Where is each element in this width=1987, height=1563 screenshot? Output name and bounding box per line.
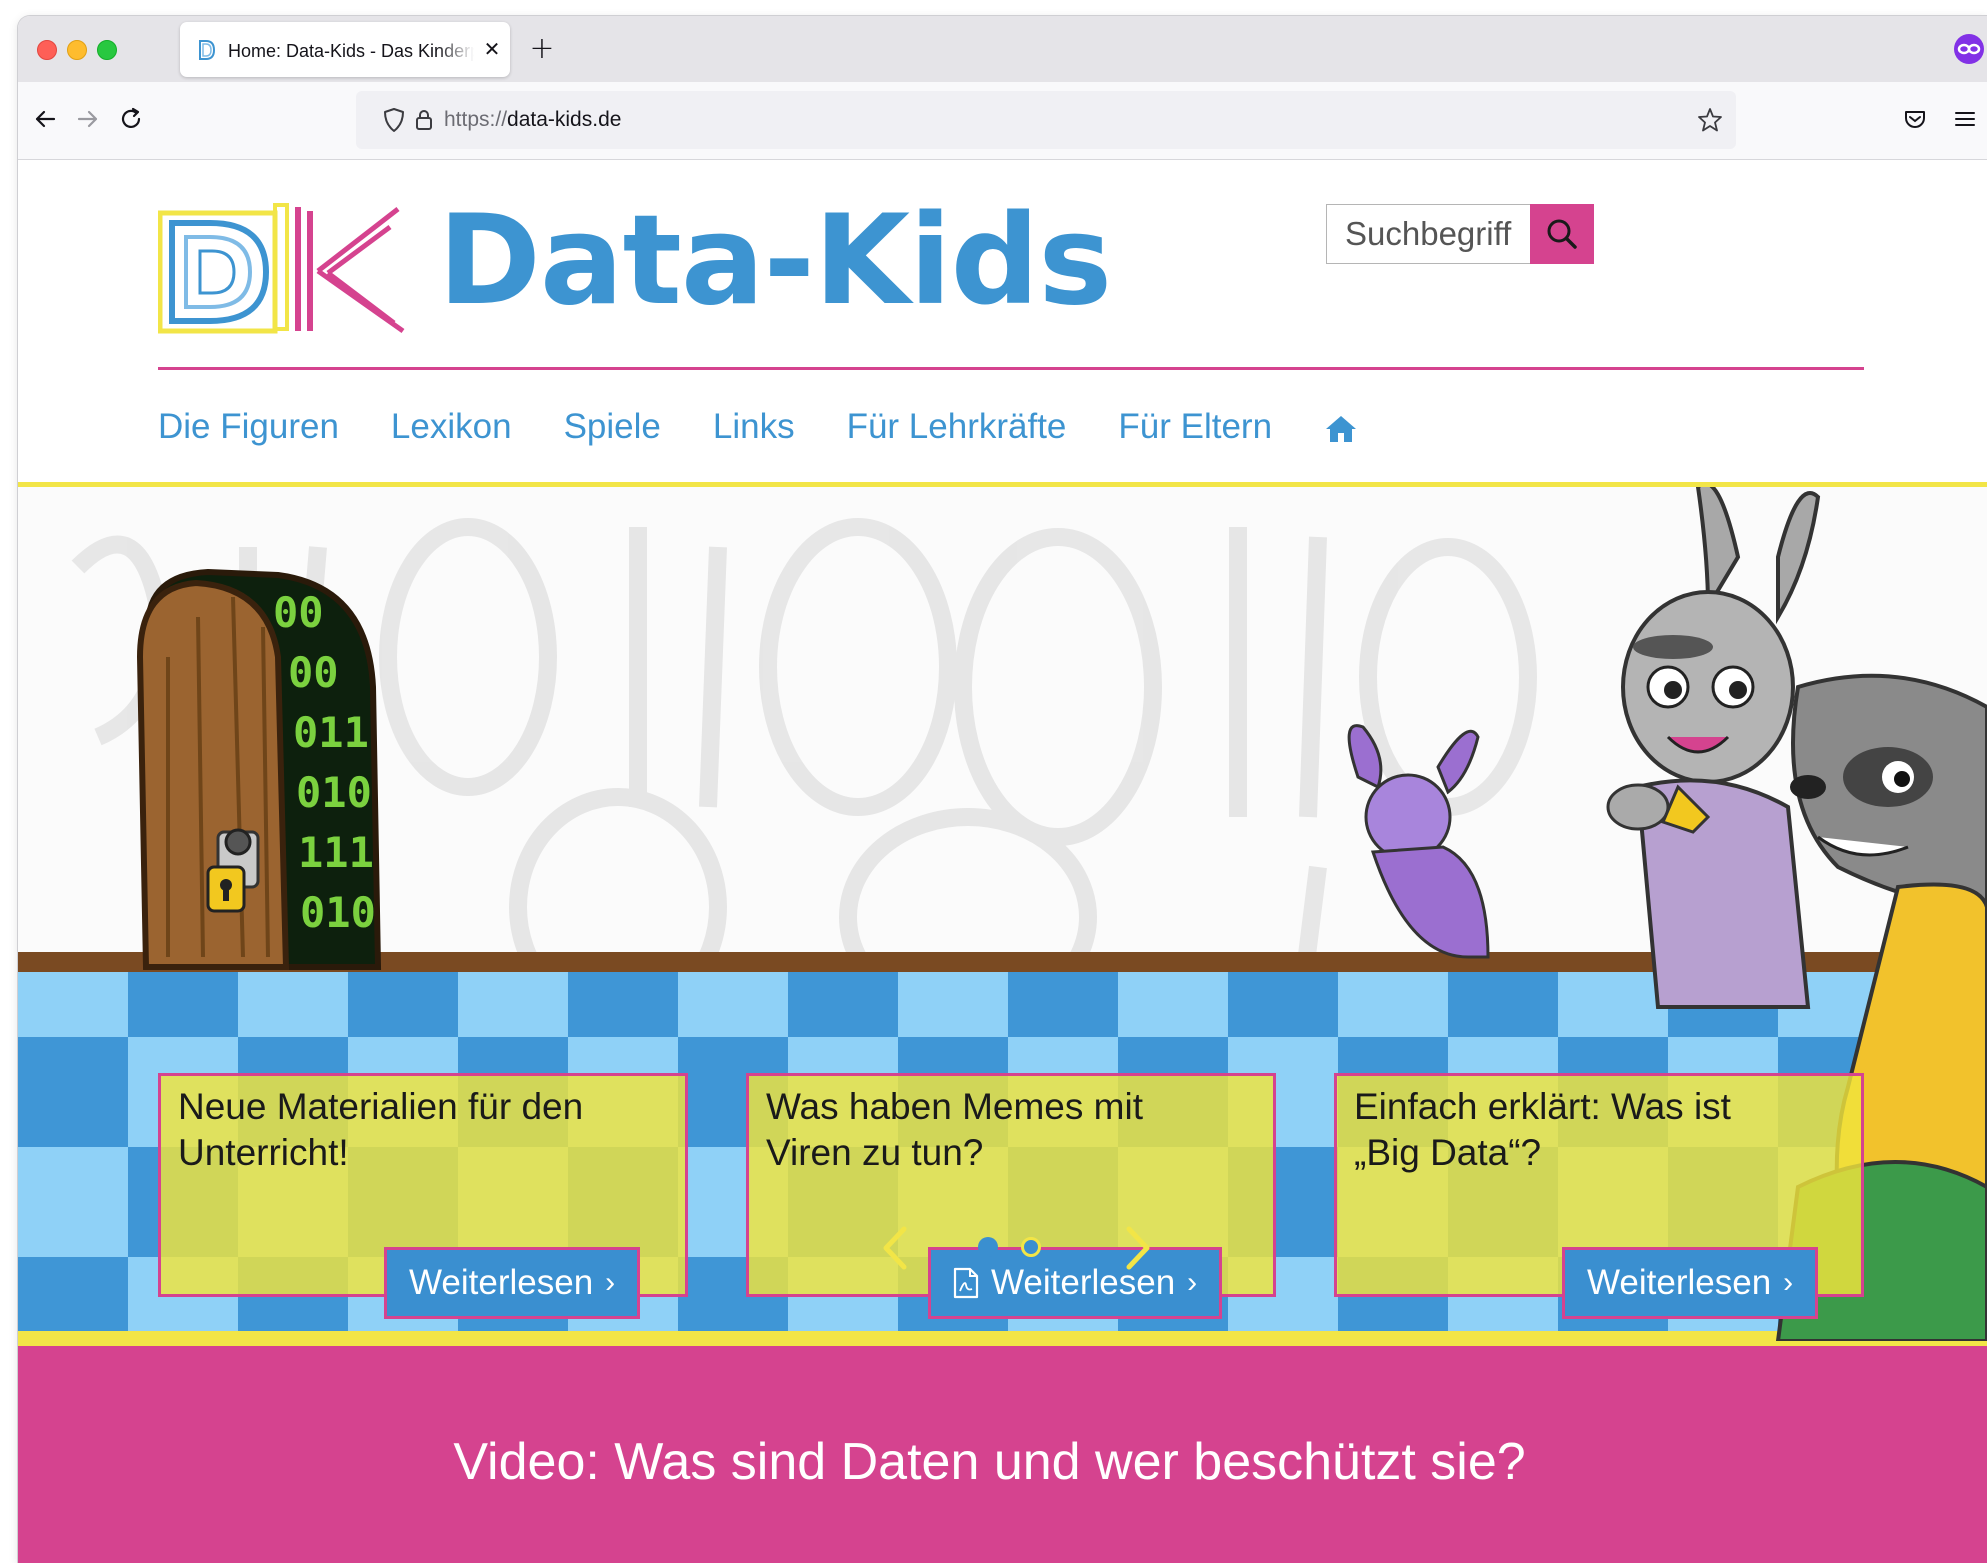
lock-icon[interactable] [410, 106, 438, 134]
nav-item-links[interactable]: Links [713, 397, 795, 457]
readmore-label: Weiterlesen [1587, 1263, 1772, 1302]
pocket-icon[interactable] [1900, 104, 1930, 134]
teaser-card-1-title-line2: Unterricht! [178, 1132, 349, 1173]
url-scheme: https:// [444, 108, 508, 131]
reload-icon[interactable] [116, 104, 146, 134]
chevron-right-icon: › [1187, 1266, 1198, 1299]
teaser-card-3-title[interactable]: Einfach erklärt: Was ist „Big Data“? [1354, 1084, 1854, 1176]
data-kids-logo[interactable] [157, 201, 418, 341]
slider-dot-1[interactable] [978, 1237, 998, 1257]
door-digits-line-5: 111 [298, 828, 374, 877]
chevron-right-icon: › [605, 1266, 616, 1299]
bookmark-star-icon[interactable] [1696, 106, 1724, 134]
video-section-title: Video: Was sind Daten und wer beschützt … [453, 1433, 1526, 1491]
slider-dot-2[interactable] [1021, 1237, 1041, 1257]
browser-window: Home: Data-Kids - Das Kinderportal ✕ + [18, 16, 1987, 1563]
tab-strip: Home: Data-Kids - Das Kinderportal ✕ + [18, 16, 1987, 82]
nav-item-lehrkraefte[interactable]: Für Lehrkräfte [847, 397, 1067, 457]
url-bar[interactable]: https://data-kids.de [356, 91, 1736, 149]
teaser-card-2-readmore-button[interactable]: Weiterlesen › [928, 1247, 1223, 1319]
hero-slider: 00 00 011 010 111 010 Neue Materialien f… [18, 487, 1987, 1341]
door-digits-line-1: 00 [273, 588, 324, 637]
tab-close-icon[interactable]: ✕ [480, 37, 504, 61]
home-icon[interactable] [1324, 406, 1358, 448]
tracking-shield-icon[interactable] [380, 106, 408, 134]
tab-active[interactable]: Home: Data-Kids - Das Kinderportal ✕ [180, 22, 510, 77]
back-arrow-icon[interactable] [30, 104, 60, 134]
web-page: Data-Kids Suchbegriff Die Figuren Lexiko… [18, 161, 1987, 1563]
teaser-card-2-title-line2: Viren zu tun? [766, 1132, 984, 1173]
nav-item-eltern[interactable]: Für Eltern [1118, 397, 1272, 457]
data-kids-favicon-icon [196, 39, 218, 61]
menu-hamburger-icon[interactable] [1950, 104, 1980, 134]
door-digits-line-6: 010 [300, 888, 376, 937]
close-window-button[interactable] [37, 40, 57, 60]
readmore-label: Weiterlesen [409, 1263, 594, 1302]
search-input[interactable]: Suchbegriff [1326, 204, 1536, 264]
teaser-card-1-title[interactable]: Neue Materialien für den Unterricht! [178, 1084, 678, 1176]
slider-next-arrow-icon[interactable] [1121, 1223, 1155, 1273]
teaser-card-3-title-line2: „Big Data“? [1354, 1132, 1542, 1173]
main-navigation: Die Figuren Lexikon Spiele Links Für Leh… [158, 397, 1358, 457]
pdf-file-icon [953, 1267, 979, 1299]
teaser-card-1-readmore-button[interactable]: Weiterlesen › [384, 1247, 641, 1319]
nav-item-figuren[interactable]: Die Figuren [158, 397, 339, 457]
search-button[interactable] [1530, 204, 1594, 264]
door-digits-line-4: 010 [296, 768, 372, 817]
video-section: Video: Was sind Daten und wer beschützt … [18, 1341, 1987, 1563]
new-tab-button[interactable]: + [528, 34, 556, 64]
minimize-window-button[interactable] [67, 40, 87, 60]
tab-title: Home: Data-Kids - Das Kinderportal [228, 41, 474, 61]
zoom-window-button[interactable] [97, 40, 117, 60]
nav-item-lexikon[interactable]: Lexikon [391, 397, 512, 457]
teaser-card-3-readmore-button[interactable]: Weiterlesen › [1562, 1247, 1819, 1319]
teaser-card-2-title[interactable]: Was haben Memes mit Viren zu tun? [766, 1084, 1266, 1176]
site-title[interactable]: Data-Kids [438, 181, 1112, 341]
private-mask-icon[interactable] [1954, 34, 1984, 64]
door-digits-line-3: 011 [293, 708, 369, 757]
nav-toolbar: https://data-kids.de [18, 82, 1987, 160]
teaser-card-2-title-line1: Was haben Memes mit [766, 1086, 1143, 1127]
teaser-card-3-title-line1: Einfach erklärt: Was ist [1354, 1086, 1731, 1127]
forward-arrow-icon[interactable] [73, 104, 103, 134]
search-icon [1547, 219, 1577, 249]
url-text[interactable]: https://data-kids.de [444, 105, 621, 135]
door-digits-line-2: 00 [288, 648, 339, 697]
teaser-card-1-title-line1: Neue Materialien für den [178, 1086, 584, 1127]
nav-item-spiele[interactable]: Spiele [564, 397, 661, 457]
url-host: data-kids.de [507, 108, 622, 131]
desktop: Home: Data-Kids - Das Kinderportal ✕ + [0, 0, 1987, 1563]
slider-prev-arrow-icon[interactable] [878, 1223, 912, 1273]
chevron-right-icon: › [1783, 1266, 1794, 1299]
header-divider [158, 367, 1864, 370]
